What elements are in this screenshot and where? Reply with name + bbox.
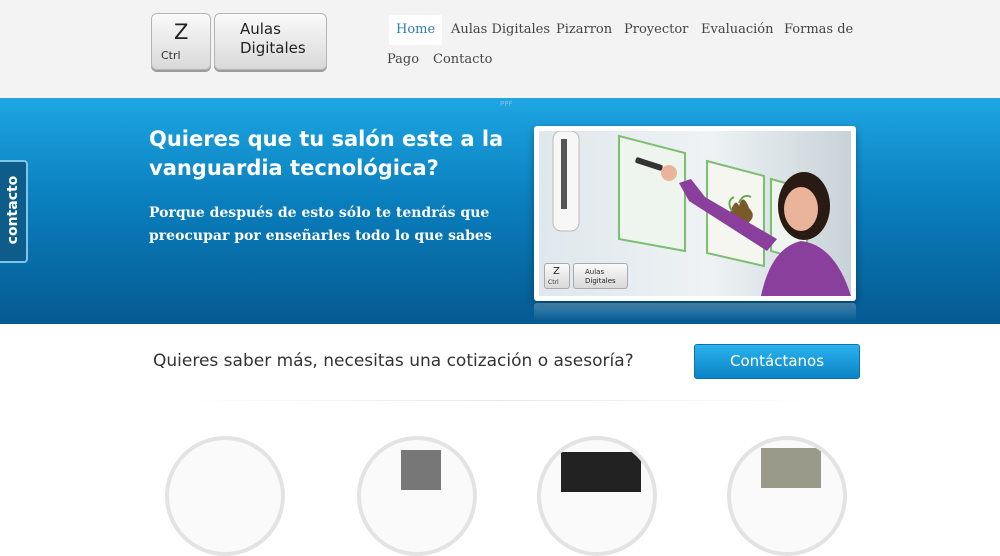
photo-logo-letter: Z [553, 266, 560, 277]
contact-button[interactable]: Contáctanos [694, 344, 860, 379]
side-contact-label: contacto [5, 175, 21, 245]
logo-key-z: Z Ctrl [151, 13, 211, 70]
hero-subtitle: Porque después de esto sólo te tendrás q… [149, 205, 492, 244]
logo-brand-line1: Aulas [240, 20, 281, 38]
feature-image-3 [561, 452, 641, 492]
site-logo[interactable]: Z Ctrl Aulas Digitales [151, 13, 327, 71]
logo-key-brand: Aulas Digitales [214, 13, 327, 70]
hero-photo-frame: Z Ctrl Aulas Digitales [534, 126, 856, 301]
photo-logo-key-brand: Aulas Digitales [573, 263, 628, 289]
section-divider [180, 400, 820, 401]
hero-photo: Z Ctrl Aulas Digitales [539, 131, 851, 296]
nav-aulas-digitales[interactable]: Aulas Digitales [451, 22, 550, 37]
photo-logo-modifier: Ctrl [548, 279, 559, 286]
hero-mark: PPF [500, 100, 513, 108]
photo-logo-line1: Aulas [585, 268, 605, 276]
side-contact-tab[interactable]: contacto [0, 160, 28, 263]
logo-key-letter: Z [174, 20, 189, 44]
site-header: Z Ctrl Aulas Digitales Home Aulas Digita… [0, 0, 1000, 98]
hero-photo-reflection [534, 303, 856, 321]
nav-formas-de-pago-cont[interactable]: Pago [387, 52, 419, 67]
photo-logo-line2: Digitales [585, 277, 616, 285]
feature-circle-1[interactable] [165, 436, 285, 556]
hero-title: Quieres que tu salón este a la vanguardi… [149, 127, 504, 180]
nav-home[interactable]: Home [389, 15, 443, 45]
nav-formas-de-pago[interactable]: Formas de [784, 22, 853, 37]
nav-evaluacion[interactable]: Evaluación [701, 22, 774, 37]
feature-image-2 [401, 450, 441, 490]
logo-brand-line2: Digitales [240, 39, 306, 57]
feature-circle-3[interactable] [537, 436, 657, 556]
photo-logo-key-z: Z Ctrl [544, 263, 570, 289]
cta-text: Quieres saber más, necesitas una cotizac… [153, 351, 634, 371]
logo-key-modifier: Ctrl [161, 49, 181, 62]
nav-contacto[interactable]: Contacto [433, 52, 492, 67]
nav-pizarron[interactable]: Pizarron [556, 22, 612, 37]
logo-brand-text: Aulas Digitales [240, 20, 306, 58]
nav-proyector[interactable]: Proyector [624, 22, 688, 37]
hero-banner: PPF Quieres que tu salón este a la vangu… [0, 98, 1000, 324]
feature-circle-2[interactable] [357, 436, 477, 556]
feature-image-4 [761, 448, 821, 488]
feature-circle-4[interactable] [727, 436, 847, 556]
